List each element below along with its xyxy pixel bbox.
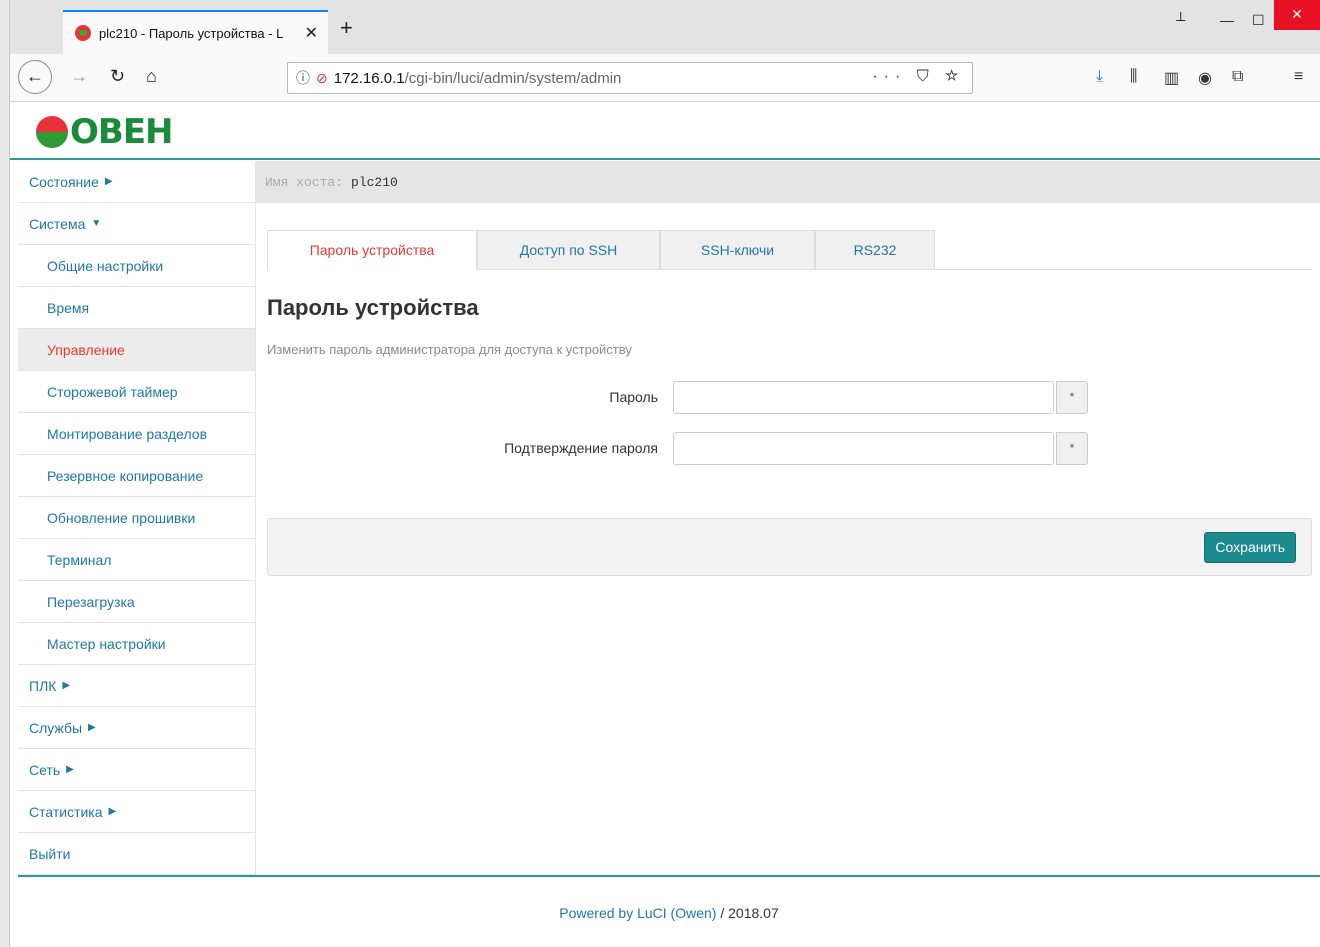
sidebar-item-setup-wizard[interactable]: Мастер настройки	[18, 623, 256, 665]
forward-button[interactable]: →	[70, 66, 88, 86]
sidebar-item-services[interactable]: Службы ▶	[18, 707, 256, 749]
sidebar-item-label: Службы	[29, 719, 83, 736]
luci-link[interactable]: Powered by LuCI (Owen)	[559, 905, 716, 921]
section-title: Пароль устройства	[267, 295, 479, 320]
sidebar-item-label: Состояние	[29, 173, 99, 190]
sidebar-item-time[interactable]: Время	[18, 287, 256, 329]
window-close-button[interactable]: ✕	[1274, 0, 1320, 30]
back-button[interactable]: ←	[18, 60, 52, 94]
form-actions: Сохранить	[267, 518, 1312, 576]
sidebar-icon[interactable]: ▥	[1164, 68, 1179, 88]
sidebar-item-reboot[interactable]: Перезагрузка	[18, 581, 256, 623]
url-bar[interactable]: ⓘ ⊘ 172.16.0.1/cgi-bin/luci/admin/system…	[287, 62, 973, 94]
sidebar-item-system[interactable]: Система ▼	[18, 203, 256, 245]
confirm-password-row: Подтверждение пароля *	[256, 432, 1320, 466]
window-edge	[0, 0, 10, 947]
downloads-icon[interactable]: ⤓	[1096, 68, 1103, 86]
confirm-password-input[interactable]	[673, 432, 1054, 465]
maximize-icon[interactable]: ☐	[1252, 12, 1265, 29]
sidebar-item-status[interactable]: Состояние ▶	[18, 161, 256, 203]
site-favicon-icon	[75, 25, 91, 41]
browser-tab-title: plc210 - Пароль устройства - L	[99, 25, 284, 41]
browser-tab[interactable]: plc210 - Пароль устройства - L ✕	[63, 10, 328, 54]
tab-ssh-access[interactable]: Доступ по SSH	[477, 230, 660, 270]
page-actions-icon[interactable]: ··· ⛉ ☆	[872, 68, 964, 86]
footer-version: / 2018.07	[716, 905, 779, 921]
library-icon[interactable]: ⫼	[1130, 68, 1137, 86]
hostname-value: plc210	[351, 174, 398, 190]
password-input[interactable]	[673, 381, 1054, 414]
sidebar-item-general-settings[interactable]: Общие настройки	[18, 245, 256, 287]
menu-icon[interactable]: ≡	[1294, 68, 1303, 86]
reveal-password-button[interactable]: *	[1056, 381, 1088, 414]
caret-down-icon: ▼	[91, 218, 102, 229]
url-host: 172.16.0.1	[333, 69, 405, 87]
sidebar-item-statistics[interactable]: Статистика ▶	[18, 791, 256, 833]
tab-ssh-keys[interactable]: SSH-ключи	[660, 230, 815, 270]
password-label: Пароль	[609, 389, 658, 405]
page-header: ОВЕН	[10, 102, 1320, 160]
sidebar-item-label: Сеть	[29, 761, 61, 778]
sidebar: Состояние ▶ Система ▼ Общие настройки Врем…	[18, 161, 256, 875]
main-content: Имя хоста: plc210 Пароль устройства Дост…	[256, 161, 1320, 576]
confirm-password-label: Подтверждение пароля	[504, 440, 658, 456]
sidebar-item-network[interactable]: Сеть ▶	[18, 749, 256, 791]
sidebar-item-logout[interactable]: Выйти	[18, 833, 256, 875]
hostname-label: Имя хоста:	[265, 174, 344, 190]
info-icon[interactable]: ⓘ	[296, 68, 310, 88]
sidebar-item-label: Статистика	[29, 803, 103, 820]
tab-device-password[interactable]: Пароль устройства	[267, 230, 477, 270]
sidebar-item-backup[interactable]: Резервное копирование	[18, 455, 256, 497]
caret-right-icon: ▶	[66, 764, 74, 775]
sidebar-item-mount-points[interactable]: Монтирование разделов	[18, 413, 256, 455]
reload-button[interactable]: ↻	[110, 66, 125, 86]
owen-logo-icon	[36, 116, 68, 148]
sidebar-divider	[255, 161, 256, 875]
screenshot-icon[interactable]: ⧉	[1232, 68, 1243, 86]
section-tabs: Пароль устройства Доступ по SSH SSH-ключ…	[267, 230, 1312, 270]
save-button[interactable]: Сохранить	[1204, 532, 1296, 563]
pin-icon[interactable]: ⟂	[1176, 8, 1185, 25]
sidebar-item-firmware-update[interactable]: Обновление прошивки	[18, 497, 256, 539]
sidebar-item-label: Система	[29, 215, 86, 232]
luci-page: ОВЕН Состояние ▶ Система ▼ Общие настройки…	[10, 102, 1320, 947]
sidebar-item-watchdog[interactable]: Сторожевой таймер	[18, 371, 256, 413]
caret-right-icon: ▶	[108, 806, 117, 817]
minimize-icon[interactable]: —	[1220, 12, 1234, 28]
account-icon[interactable]: ◉	[1198, 68, 1212, 88]
caret-right-icon: ▶	[88, 722, 96, 733]
section-description: Изменить пароль администратора для досту…	[267, 342, 632, 357]
password-row: Пароль *	[256, 381, 1320, 415]
new-tab-button[interactable]: +	[340, 17, 353, 39]
sidebar-item-label: ПЛК	[29, 677, 57, 694]
sidebar-item-administration[interactable]: Управление	[18, 329, 256, 371]
browser-navbar: ← → ↻ ⌂ ⓘ ⊘ 172.16.0.1/cgi-bin/luci/admi…	[10, 54, 1320, 102]
close-tab-icon[interactable]: ✕	[305, 23, 318, 43]
home-button[interactable]: ⌂	[146, 66, 157, 86]
hostname-bar: Имя хоста: plc210	[256, 161, 1320, 203]
sidebar-item-plc[interactable]: ПЛК ▶	[18, 665, 256, 707]
insecure-lock-icon[interactable]: ⊘	[316, 70, 328, 87]
sidebar-item-terminal[interactable]: Терминал	[18, 539, 256, 581]
owen-logo[interactable]: ОВЕН	[36, 112, 173, 152]
caret-right-icon: ▶	[104, 176, 113, 187]
caret-right-icon: ▶	[62, 680, 71, 691]
tab-rs232[interactable]: RS232	[815, 230, 935, 270]
browser-tabbar: plc210 - Пароль устройства - L ✕ + ⟂ — ☐…	[0, 0, 1320, 947]
reveal-confirm-button[interactable]: *	[1056, 432, 1088, 465]
url-path: /cgi-bin/luci/admin/system/admin	[404, 69, 622, 87]
page-footer: Powered by LuCI (Owen) / 2018.07	[18, 875, 1320, 947]
logo-text: ОВЕН	[70, 112, 173, 152]
